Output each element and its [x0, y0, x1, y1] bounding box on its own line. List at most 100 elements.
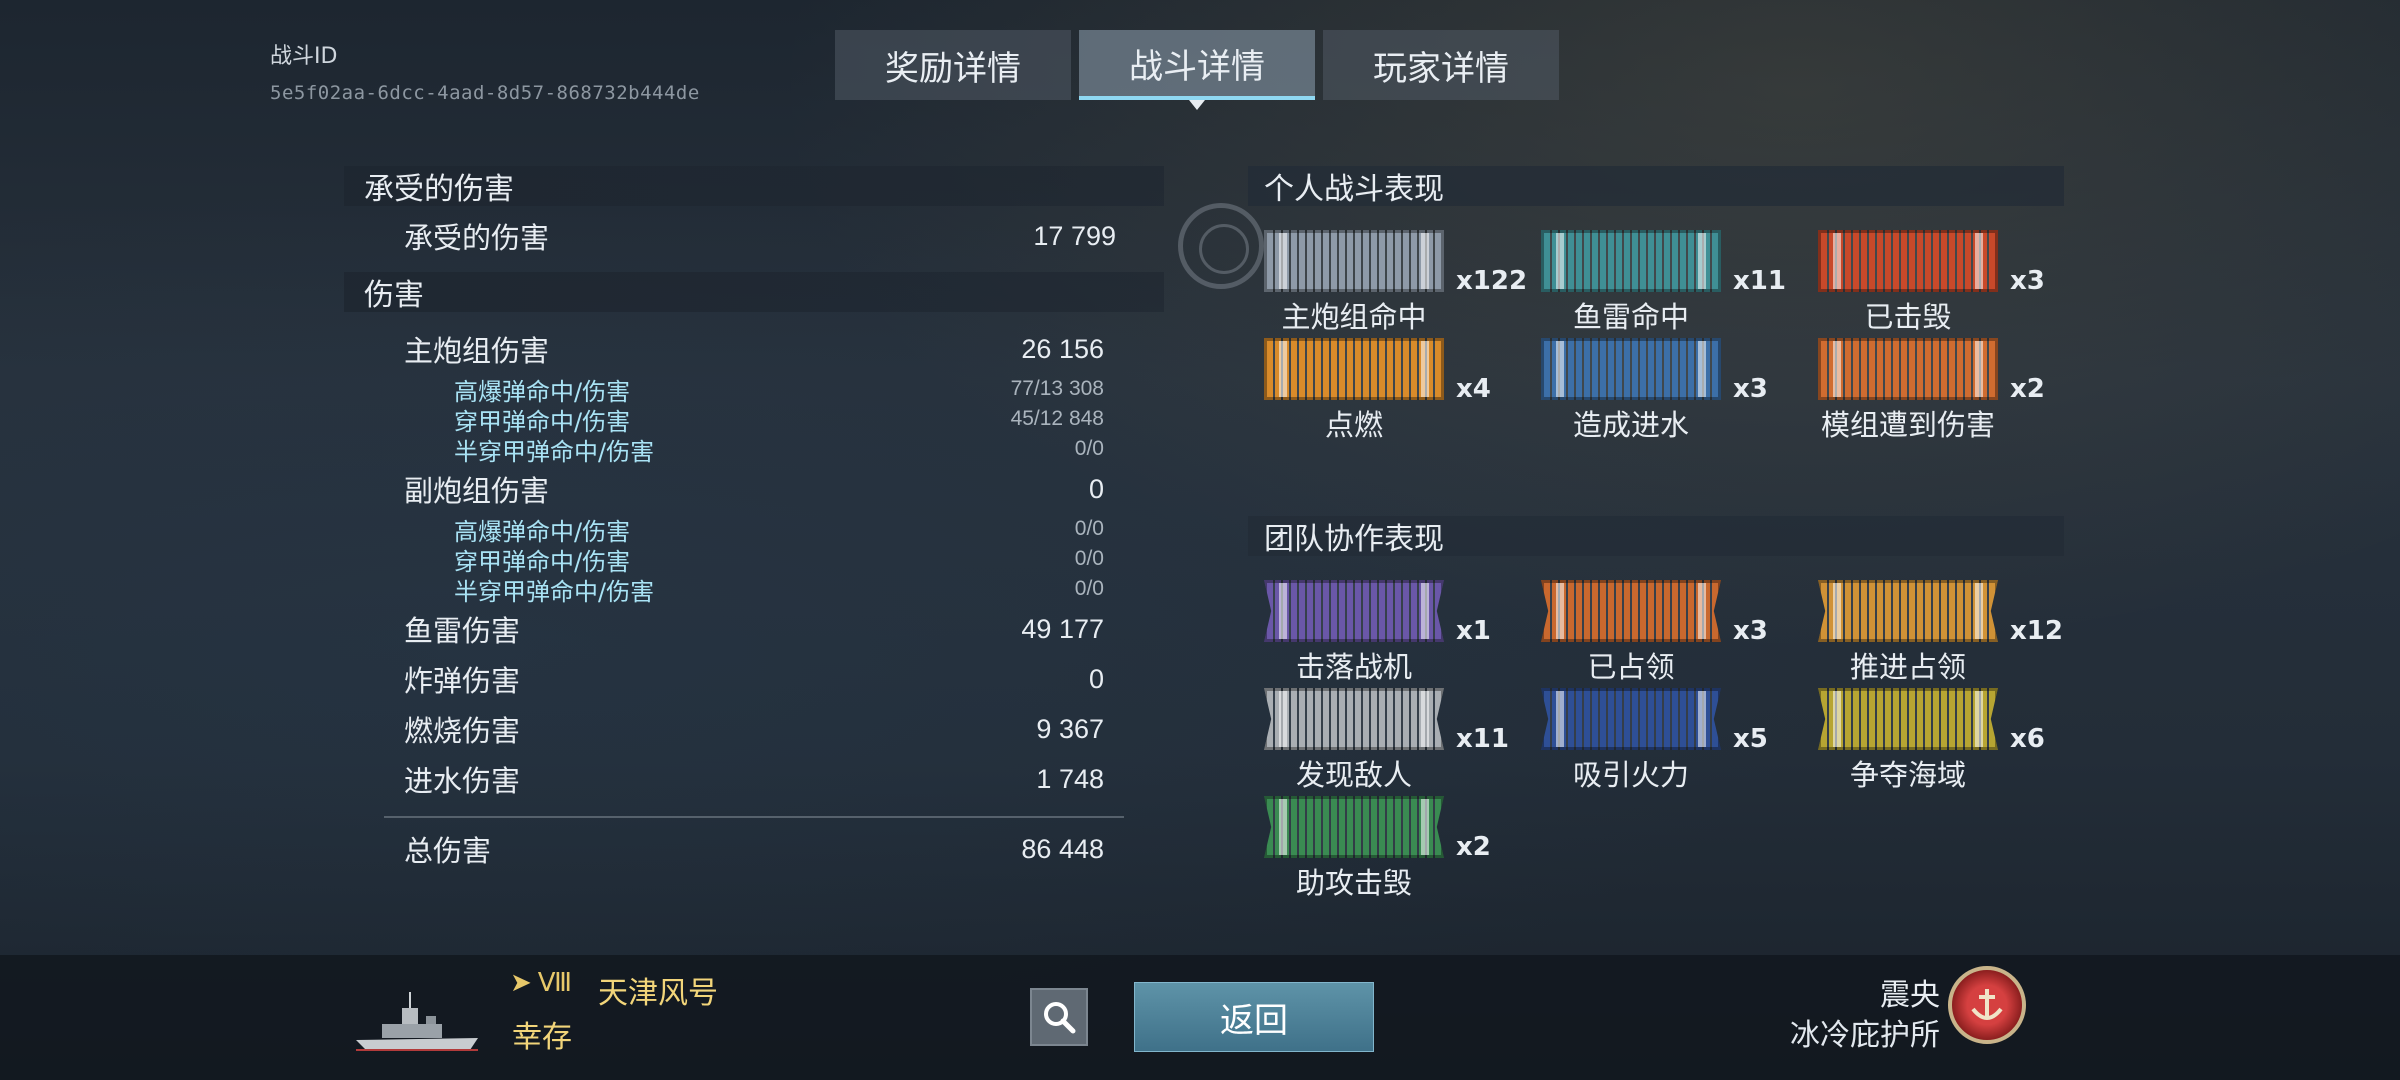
medal[interactable]: x122 主炮组命中	[1264, 230, 1541, 334]
medal-label: 争夺海域	[1849, 758, 1966, 792]
stat-value: 26 156	[1021, 333, 1104, 364]
sinking-ship-icon	[1818, 230, 1998, 292]
medal[interactable]: x2 模组遭到伤害	[1818, 338, 2095, 442]
stat-value: 77/13 308	[1010, 377, 1104, 400]
player-name: 震央	[1880, 978, 1940, 1013]
stat-value: 0/0	[1074, 577, 1104, 600]
assist-icon	[1264, 796, 1444, 858]
ship-status: 幸存	[512, 1020, 572, 1055]
medal[interactable]: x12 推进占领	[1818, 580, 2095, 684]
medal-label: 已击毁	[1864, 300, 1952, 334]
medal-count: x6	[2010, 724, 2045, 754]
medal[interactable]: x5 吸引火力	[1541, 688, 1818, 792]
personal-performance-header: 个人战斗表现	[1248, 166, 2064, 207]
sub-row: 高爆弹命中/伤害 0/0	[344, 514, 1164, 546]
back-button[interactable]: 返回	[1134, 982, 1374, 1052]
stat-label: 半穿甲弹命中/伤害	[454, 437, 655, 466]
personal-medal-grid: x122 主炮组命中 x11 鱼雷命中 x3 已击毁 x4 点燃 x3 造成进水 x2 模组遭到伤害	[1248, 230, 2064, 442]
stat-label: 总伤害	[404, 834, 492, 868]
medal[interactable]: x4 点燃	[1264, 338, 1541, 442]
fire-icon	[1264, 338, 1444, 400]
team-medal-grid: x1 击落战机 x3 已占领 x12 推进占领 x11 发现敌人 x5 吸引火力 x6 争夺海域 x2 助…	[1248, 580, 2064, 900]
battle-id-block: 战斗ID 5e5f02aa-6dcc-4aad-8d57-868732b444d…	[270, 38, 700, 104]
medal-count: x3	[1733, 374, 1768, 404]
stat-value: 49 177	[1021, 613, 1104, 644]
stat-value: 0/0	[1074, 517, 1104, 540]
clan-name: 冰冷庇护所	[1790, 1018, 1940, 1053]
bomb-damage-row: 炸弹伤害 0	[344, 654, 1164, 704]
stat-label: 炸弹伤害	[404, 664, 521, 698]
player-emblem-icon[interactable]	[1948, 966, 2026, 1044]
torpedo-damage-row: 鱼雷伤害 49 177	[344, 604, 1164, 654]
stat-label: 副炮组伤害	[404, 474, 550, 508]
main-battery-row: 主炮组伤害 26 156	[344, 324, 1164, 374]
medal-count: x12	[2010, 616, 2063, 646]
sub-row: 高爆弹命中/伤害 77/13 308	[344, 374, 1164, 406]
contest-icon	[1818, 688, 1998, 750]
medal[interactable]: x11 鱼雷命中	[1541, 230, 1818, 334]
tank-ship-icon	[1541, 688, 1721, 750]
medal-count: x11	[1733, 266, 1786, 296]
battle-id-value: 5e5f02aa-6dcc-4aad-8d57-868732b444de	[270, 82, 700, 104]
stat-label: 承受的伤害	[404, 221, 550, 255]
tier-wings-icon: ➤	[510, 968, 532, 998]
medal[interactable]: x3 已占领	[1541, 580, 1818, 684]
tab-rewards[interactable]: 奖励详情	[835, 30, 1071, 100]
damage-header: 伤害	[344, 272, 1164, 313]
crosshair-icon	[1264, 580, 1444, 642]
sub-row: 穿甲弹命中/伤害 45/12 848	[344, 404, 1164, 436]
tab-bar: 奖励详情 战斗详情 玩家详情	[835, 30, 1559, 110]
sub-row: 半穿甲弹命中/伤害 0/0	[344, 574, 1164, 606]
total-damage-row: 总伤害 86 448	[344, 824, 1164, 874]
medal-label: 模组遭到伤害	[1820, 408, 1995, 442]
stat-label: 燃烧伤害	[404, 714, 521, 748]
medal-count: x11	[1456, 724, 1509, 754]
stat-value: 0/0	[1074, 547, 1104, 570]
stat-value: 0	[1088, 473, 1104, 504]
tab-player-details[interactable]: 玩家详情	[1323, 30, 1559, 100]
medal[interactable]: x3 已击毁	[1818, 230, 2095, 334]
module-damage-icon	[1818, 338, 1998, 400]
medal[interactable]: x3 造成进水	[1541, 338, 1818, 442]
stat-value: 45/12 848	[1010, 407, 1104, 430]
medal[interactable]: x1 击落战机	[1264, 580, 1541, 684]
team-performance-header: 团队协作表现	[1248, 516, 2064, 557]
performance-panel: 个人战斗表现 x122 主炮组命中 x11 鱼雷命中 x3 已击毁 x4 点燃 x3 造成进水 x2…	[1248, 166, 2064, 900]
medal-label: 鱼雷命中	[1572, 300, 1689, 334]
damage-taken-header: 承受的伤害	[344, 166, 1164, 207]
sub-row: 半穿甲弹命中/伤害 0/0	[344, 434, 1164, 466]
anchor-icon	[1971, 989, 2003, 1020]
stat-value: 86 448	[1021, 833, 1104, 864]
stat-label: 主炮组伤害	[404, 334, 550, 368]
medal-count: x2	[1456, 832, 1491, 862]
flag-icon	[1541, 580, 1721, 642]
medal-count: x1	[1456, 616, 1491, 646]
medal-label: 已占领	[1587, 650, 1675, 684]
medal[interactable]: x6 争夺海域	[1818, 688, 2095, 792]
medal[interactable]: x11 发现敌人	[1264, 688, 1541, 792]
medal-label: 发现敌人	[1295, 758, 1412, 792]
medal-count: x2	[2010, 374, 2045, 404]
fire-damage-row: 燃烧伤害 9 367	[344, 704, 1164, 754]
medal-label: 吸引火力	[1572, 758, 1689, 792]
stat-value: 0	[1088, 663, 1104, 694]
damage-panel: 承受的伤害 承受的伤害 17 799 伤害 主炮组伤害 26 156 高爆弹命中…	[344, 166, 1164, 874]
medal-label: 击落战机	[1295, 650, 1412, 684]
search-icon	[1044, 1002, 1076, 1034]
search-button[interactable]	[1030, 988, 1088, 1046]
flood-damage-row: 进水伤害 1 748	[344, 754, 1164, 804]
medal[interactable]: x2 助攻击毁	[1264, 796, 1541, 900]
stat-value: 9 367	[1036, 713, 1104, 744]
medal-label: 助攻击毁	[1295, 866, 1412, 900]
damage-taken-row: 承受的伤害 17 799	[344, 206, 1164, 266]
medal-label: 主炮组命中	[1281, 300, 1427, 334]
stat-label: 进水伤害	[404, 764, 521, 798]
capture-icon	[1818, 580, 1998, 642]
tier-numeral: Ⅷ	[537, 968, 573, 998]
medal-count: x3	[1733, 616, 1768, 646]
stat-value: 17 799	[1033, 220, 1116, 251]
secondary-row: 副炮组伤害 0	[344, 464, 1164, 514]
tab-battle-details[interactable]: 战斗详情	[1079, 30, 1315, 110]
stat-label: 鱼雷伤害	[404, 614, 521, 648]
medal-count: x5	[1733, 724, 1768, 754]
